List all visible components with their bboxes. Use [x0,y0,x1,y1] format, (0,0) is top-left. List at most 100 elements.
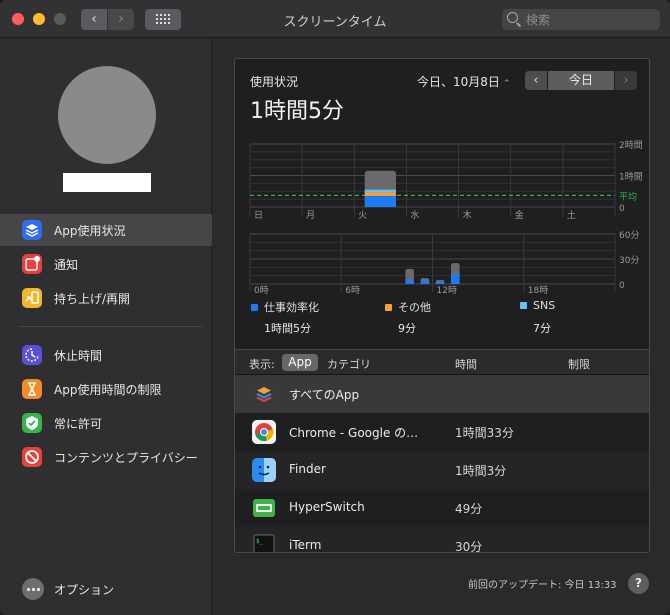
week-day-label: 金 [515,209,524,221]
sidebar-item-app-usage[interactable]: App使用状況 [0,214,212,246]
sidebar: App使用状況 通知 持ち上げ/再開 休止時間 App使用時間の制限 常に許可 … [0,39,212,615]
stack-icon [252,382,276,406]
app-name: Finder [289,462,326,476]
usage-charts: 2時間 1時間 0 平均日 月 火 水 木 金 土 60分 30分 0 0時 6時 12時 18時 [249,140,643,296]
sidebar-item-label: App使用時間の制限 [54,383,162,397]
column-header-limit[interactable]: 制限 [568,356,590,372]
segment-app[interactable]: App [282,354,318,371]
app-name: Chrome - Google の… [289,426,419,440]
sidebar-item-notifications[interactable]: 通知 [0,248,212,280]
sidebar-item-label: 休止時間 [54,349,103,363]
legend-value-productivity: 1時間5分 [264,322,311,335]
user-avatar [58,66,156,164]
search-field[interactable] [502,9,660,30]
table-row[interactable]: HyperSwitch 49分 [235,489,649,527]
chrome-icon [252,420,276,444]
day-y-tick-label: 60分 [619,230,639,241]
legend-value-sns: 7分 [533,322,551,335]
back-button[interactable]: ‹ [81,9,107,30]
day-x-tick-label: 6時 [345,285,360,296]
average-label: 平均 [619,190,637,202]
day-y-tick-label: 30分 [619,255,639,266]
svg-text:$_: $_ [256,538,264,545]
app-time: 1時間33分 [455,426,514,440]
ellipsis-icon [27,588,30,591]
show-label: 表示: [249,358,275,371]
week-y-tick-label: 2時間 [619,140,643,151]
week-y-tick-label: 0 [619,204,625,214]
screen-time-window: ‹ › スクリーンタイム App使用状況 通知 [0,0,670,615]
minimize-window-button[interactable] [33,13,45,25]
day-bar-work [435,281,445,284]
zoom-window-button[interactable] [54,13,66,25]
week-day-label: 日 [254,210,263,221]
legend-productivity: 仕事効率化 [251,299,319,315]
day-bar-work [451,274,460,284]
table-header: 表示: App カテゴリ 時間 制限 [235,349,649,375]
week-day-label: 火 [358,210,367,221]
hourglass-icon [22,379,42,399]
sidebar-item-label: 持ち上げ/再開 [54,292,131,306]
week-day-label: 土 [567,209,576,221]
terminal-icon: $_ [252,534,276,552]
sidebar-item-label: コンテンツとプライバシー [54,451,198,465]
close-window-button[interactable] [12,13,24,25]
app-time: 1時間3分 [455,464,507,478]
sidebar-item-downtime[interactable]: 休止時間 [0,339,212,371]
table-row[interactable]: Finder 1時間3分 [235,451,649,489]
legend-sns: SNS [520,299,555,312]
week-bar-work [364,195,396,207]
day-bar-work [420,280,430,284]
day-x-tick-label: 0時 [254,285,269,296]
sidebar-item-content-privacy[interactable]: コンテンツとプライバシー [0,441,212,473]
downtime-icon [22,345,42,365]
pickup-icon [22,288,42,308]
sidebar-divider [18,326,202,327]
restriction-icon [22,447,42,467]
user-name-redacted [63,173,151,192]
show-all-preferences-button[interactable] [145,9,181,30]
help-button[interactable]: ? [628,573,649,594]
day-bar-work [405,279,414,284]
app-name: HyperSwitch [289,500,365,514]
segment-category[interactable]: カテゴリ [327,356,371,372]
checkmark-shield-icon [22,413,42,433]
week-bar-other [364,192,396,196]
table-row[interactable]: Chrome - Google の… 1時間33分 [235,413,649,451]
week-bar-sns [364,189,396,193]
search-input[interactable] [526,11,654,28]
sidebar-item-app-limits[interactable]: App使用時間の制限 [0,373,212,405]
notification-icon [22,254,42,274]
options-button[interactable] [22,578,44,600]
sidebar-item-label: App使用状況 [54,224,126,238]
options-label[interactable]: オプション [54,581,114,598]
sidebar-item-label: 常に許可 [54,417,103,431]
title-bar: ‹ › スクリーンタイム [0,0,670,38]
layers-icon [22,220,42,240]
forward-button[interactable]: › [108,9,134,30]
sidebar-item-pickups[interactable]: 持ち上げ/再開 [0,282,212,314]
week-day-label: 水 [410,209,419,221]
hyperswitch-icon [252,496,276,520]
last-update-text: 前回のアップデート: 今日 13:33 [468,580,617,591]
app-time: 30分 [455,540,483,553]
search-icon [507,12,518,23]
table-row[interactable]: すべてのApp [235,375,649,413]
table-row[interactable]: $_ iTerm 30分 [235,527,649,553]
day-y-tick-label: 0 [619,281,625,291]
app-time: 49分 [455,502,483,516]
day-x-tick-label: 18時 [528,285,548,296]
usage-panel: 使用状況 1時間5分 今日、10月8日 ⌃ ‹ 今日 › 2時間 1時間 0 平均日月火… [234,58,650,553]
sidebar-item-always-allowed[interactable]: 常に許可 [0,407,212,439]
week-day-label: 木 [463,209,472,221]
legend-value-other: 9分 [398,322,416,335]
week-day-label: 月 [306,210,315,221]
app-name: iTerm [289,538,322,552]
legend-other: その他 [385,299,431,315]
column-header-time[interactable]: 時間 [455,356,477,372]
week-y-tick-label: 1時間 [619,172,643,183]
sidebar-item-label: 通知 [54,258,79,272]
day-x-tick-label: 12時 [437,285,457,296]
finder-icon [252,458,276,482]
app-name: すべてのApp [289,388,360,402]
